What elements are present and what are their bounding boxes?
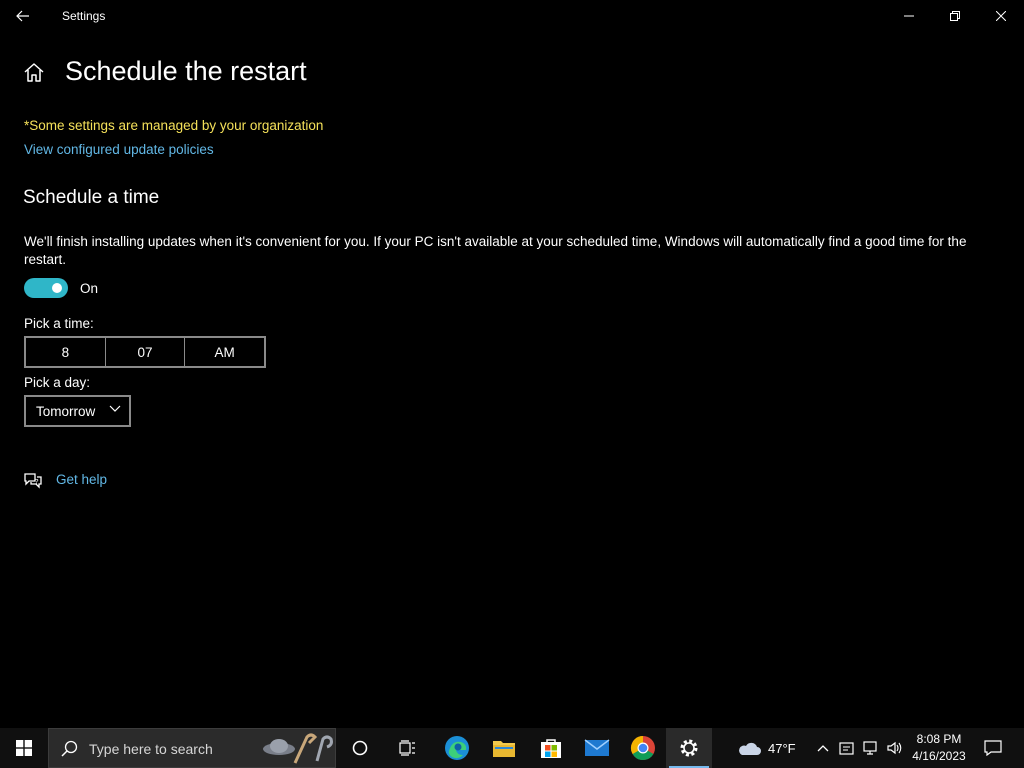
mail-icon (584, 739, 610, 756)
chrome-icon (630, 736, 655, 761)
windows-logo-icon (16, 740, 32, 756)
weather-widget[interactable]: 47°F (736, 728, 796, 768)
clock-date: 4/16/2023 (912, 749, 966, 763)
tray-volume-icon[interactable] (884, 738, 904, 758)
toggle-state-label: On (80, 281, 99, 296)
close-icon (996, 11, 1006, 21)
network-icon (863, 741, 877, 755)
start-button[interactable] (0, 728, 48, 768)
restore-icon (950, 11, 960, 21)
weather-temperature: 47°F (768, 740, 796, 756)
toggle-knob (52, 283, 62, 293)
pick-day-label: Pick a day: (24, 375, 91, 390)
day-dropdown[interactable]: Tomorrow (24, 395, 131, 427)
taskbar-file-explorer[interactable] (481, 728, 527, 768)
task-view-icon (399, 740, 415, 756)
pick-time-label: Pick a time: (24, 316, 94, 331)
title-bar: Settings (0, 0, 1024, 32)
schedule-description: We'll finish installing updates when it'… (24, 234, 967, 267)
edge-icon (445, 736, 469, 760)
window-title: Settings (62, 9, 106, 23)
folder-icon (493, 741, 515, 757)
page-title: Schedule the restart (65, 56, 307, 86)
time-picker[interactable]: 8 07 AM (24, 336, 266, 368)
chevron-down-icon (109, 405, 121, 412)
taskbar: Type here to search 47°F 8:08 PM 4/16/20… (0, 728, 1024, 768)
managed-by-org-note: *Some settings are managed by your organ… (24, 118, 324, 133)
chevron-up-icon (817, 745, 829, 752)
show-hidden-icons-button[interactable] (813, 738, 833, 758)
notes-icon (839, 742, 854, 755)
view-policies-link[interactable]: View configured update policies (24, 142, 214, 157)
taskbar-mail[interactable] (574, 728, 620, 768)
search-highlight-illustration (263, 733, 333, 764)
arrow-left-icon (16, 10, 29, 22)
close-button[interactable] (978, 0, 1024, 32)
back-button[interactable] (10, 4, 36, 28)
clock-time: 8:08 PM (916, 732, 962, 746)
taskbar-cortana[interactable] (337, 728, 383, 768)
taskbar-clock[interactable]: 8:08 PM 4/16/2023 (904, 731, 974, 765)
cortana-icon (352, 740, 368, 756)
day-dropdown-value: Tomorrow (36, 403, 96, 419)
get-help-link[interactable]: Get help (56, 472, 107, 487)
restore-button[interactable] (932, 0, 978, 32)
notification-icon (984, 740, 1002, 756)
section-title: Schedule a time (23, 187, 160, 208)
hour-field[interactable]: 8 (26, 338, 105, 366)
minute-field[interactable]: 07 (104, 338, 185, 366)
minimize-icon (904, 15, 914, 17)
gear-icon (680, 739, 698, 757)
tray-app-icon[interactable] (837, 738, 857, 758)
schedule-toggle[interactable] (24, 278, 68, 298)
volume-icon (887, 741, 902, 755)
taskbar-search-box[interactable]: Type here to search (48, 728, 336, 768)
taskbar-task-view[interactable] (385, 728, 431, 768)
period-field[interactable]: AM (184, 338, 264, 366)
help-chat-icon: ? (23, 470, 43, 490)
taskbar-edge[interactable] (434, 728, 480, 768)
cloud-icon (739, 742, 761, 755)
action-center-button[interactable] (978, 728, 1008, 768)
home-icon[interactable] (22, 61, 46, 85)
taskbar-chrome[interactable] (620, 728, 666, 768)
search-placeholder: Type here to search (89, 741, 213, 757)
taskbar-store[interactable] (528, 728, 574, 768)
tray-network-icon[interactable] (861, 738, 881, 758)
search-icon (61, 740, 78, 757)
svg-text:?: ? (35, 478, 39, 486)
minimize-button[interactable] (886, 0, 932, 32)
store-icon (541, 739, 561, 758)
taskbar-settings[interactable] (666, 728, 712, 768)
